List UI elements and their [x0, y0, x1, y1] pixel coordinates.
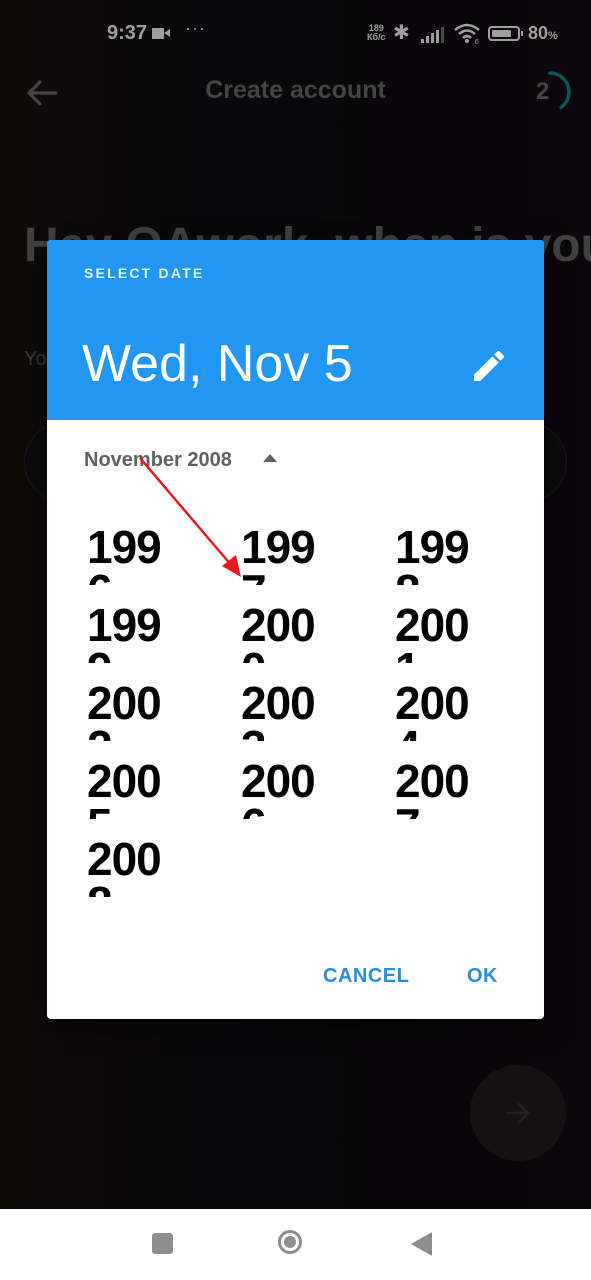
year-option[interactable]: 1996 — [87, 525, 179, 585]
year-label: 2001 — [395, 603, 470, 663]
year-option[interactable]: 2000 — [241, 603, 333, 663]
year-grid: 1996 1997 1998 1999 2000 2001 2002 2003 2004 2005… — [47, 525, 544, 905]
year-label: 1996 — [87, 525, 162, 585]
selected-date[interactable]: Wed, Nov 5 — [82, 334, 353, 394]
year-label: 1997 — [241, 525, 316, 585]
year-option[interactable]: 2005 — [87, 759, 179, 819]
month-year-toggle[interactable]: November 2008 — [84, 449, 232, 472]
year-label: 2007 — [395, 759, 470, 819]
edit-date-button[interactable] — [469, 346, 509, 386]
year-label: 2002 — [87, 681, 162, 741]
caret-up-icon[interactable] — [263, 454, 277, 462]
ok-button[interactable]: OK — [467, 965, 498, 988]
year-option[interactable]: 2004 — [395, 681, 487, 741]
dialog-header: SELECT DATE Wed, Nov 5 — [47, 240, 544, 420]
year-label: 2000 — [241, 603, 316, 663]
year-option[interactable]: 2001 — [395, 603, 487, 663]
dialog-label: SELECT DATE — [84, 265, 205, 281]
dialog-actions: CANCEL OK — [47, 939, 544, 1019]
home-button[interactable] — [278, 1230, 302, 1254]
system-nav-bar — [0, 1209, 591, 1280]
year-label: 2003 — [241, 681, 316, 741]
year-label: 2004 — [395, 681, 470, 741]
cancel-button[interactable]: CANCEL — [323, 965, 409, 988]
year-option[interactable]: 1997 — [241, 525, 333, 585]
year-label: 2005 — [87, 759, 162, 819]
year-option[interactable]: 2006 — [241, 759, 333, 819]
year-option[interactable]: 2003 — [241, 681, 333, 741]
year-label: 1999 — [87, 603, 162, 663]
year-option[interactable]: 2007 — [395, 759, 487, 819]
year-option[interactable]: 1999 — [87, 603, 179, 663]
pencil-icon — [474, 350, 505, 381]
year-label: 2006 — [241, 759, 316, 819]
year-option[interactable]: 2008 — [87, 837, 179, 897]
system-back-button[interactable] — [411, 1232, 432, 1256]
year-label: 1998 — [395, 525, 470, 585]
year-label: 2008 — [87, 837, 162, 897]
year-option[interactable]: 1998 — [395, 525, 487, 585]
recent-apps-button[interactable] — [152, 1233, 173, 1254]
year-option[interactable]: 2002 — [87, 681, 179, 741]
date-picker-dialog: SELECT DATE Wed, Nov 5 November 2008 199… — [47, 240, 544, 1019]
